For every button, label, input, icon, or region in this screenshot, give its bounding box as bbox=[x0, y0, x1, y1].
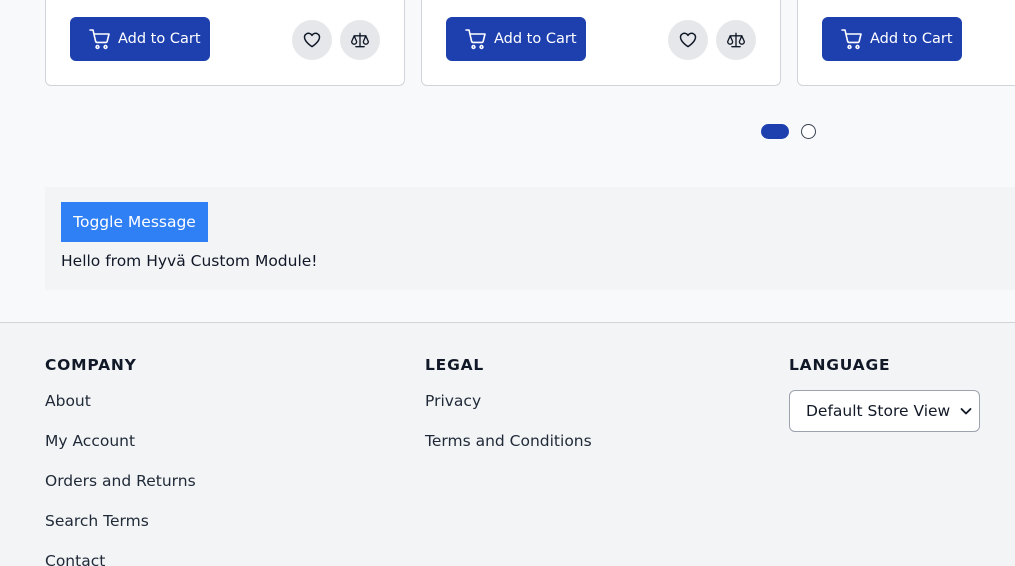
custom-module-box: Toggle Message Hello from Hyvä Custom Mo… bbox=[45, 187, 1015, 290]
add-to-cart-button[interactable]: Add to Cart bbox=[822, 17, 962, 61]
slider-dot[interactable] bbox=[801, 124, 816, 139]
add-to-wishlist-button[interactable] bbox=[292, 20, 332, 60]
footer-link-about[interactable]: About bbox=[45, 392, 91, 410]
footer-link-search-terms[interactable]: Search Terms bbox=[45, 512, 149, 530]
cart-icon bbox=[89, 29, 110, 50]
footer-link-my-account[interactable]: My Account bbox=[45, 432, 135, 450]
chevron-down-icon bbox=[960, 408, 972, 415]
product-card: Add to Cart bbox=[45, 0, 405, 86]
product-slider: Add to Cart Add to Cart Add to Cart bbox=[0, 0, 1015, 139]
module-message: Hello from Hyvä Custom Module! bbox=[61, 252, 318, 270]
heart-icon bbox=[303, 32, 321, 48]
toggle-message-button[interactable]: Toggle Message bbox=[61, 202, 208, 242]
language-selected: Default Store View bbox=[806, 402, 951, 420]
add-to-compare-button[interactable] bbox=[716, 20, 756, 60]
footer-legal-column: LEGAL Privacy Terms and Conditions bbox=[425, 356, 592, 472]
add-to-compare-button[interactable] bbox=[340, 20, 380, 60]
heart-icon bbox=[679, 32, 697, 48]
product-card: Add to Cart bbox=[797, 0, 1015, 86]
scale-icon bbox=[351, 32, 369, 48]
add-to-cart-label: Add to Cart bbox=[870, 31, 953, 47]
add-to-cart-label: Add to Cart bbox=[494, 31, 577, 47]
language-switcher[interactable]: Default Store View bbox=[789, 390, 980, 432]
footer-link-terms[interactable]: Terms and Conditions bbox=[425, 432, 592, 450]
footer-company-heading: COMPANY bbox=[45, 356, 137, 374]
footer-link-orders-returns[interactable]: Orders and Returns bbox=[45, 472, 196, 490]
add-to-wishlist-button[interactable] bbox=[668, 20, 708, 60]
footer-language-heading: LANGUAGE bbox=[789, 356, 891, 374]
cart-icon bbox=[841, 29, 862, 50]
product-card: Add to Cart bbox=[421, 0, 781, 86]
slider-pagination bbox=[761, 124, 816, 139]
add-to-cart-label: Add to Cart bbox=[118, 31, 201, 47]
footer-link-contact[interactable]: Contact bbox=[45, 552, 105, 566]
footer-language-column: LANGUAGE Default Store View bbox=[789, 356, 980, 432]
footer-link-privacy[interactable]: Privacy bbox=[425, 392, 481, 410]
footer-company-column: COMPANY About My Account Orders and Retu… bbox=[45, 356, 196, 566]
footer-legal-heading: LEGAL bbox=[425, 356, 485, 374]
add-to-cart-button[interactable]: Add to Cart bbox=[70, 17, 210, 61]
scale-icon bbox=[727, 32, 745, 48]
add-to-cart-button[interactable]: Add to Cart bbox=[446, 17, 586, 61]
cart-icon bbox=[465, 29, 486, 50]
slider-dot-active[interactable] bbox=[761, 124, 789, 139]
site-footer: COMPANY About My Account Orders and Retu… bbox=[0, 322, 1015, 566]
